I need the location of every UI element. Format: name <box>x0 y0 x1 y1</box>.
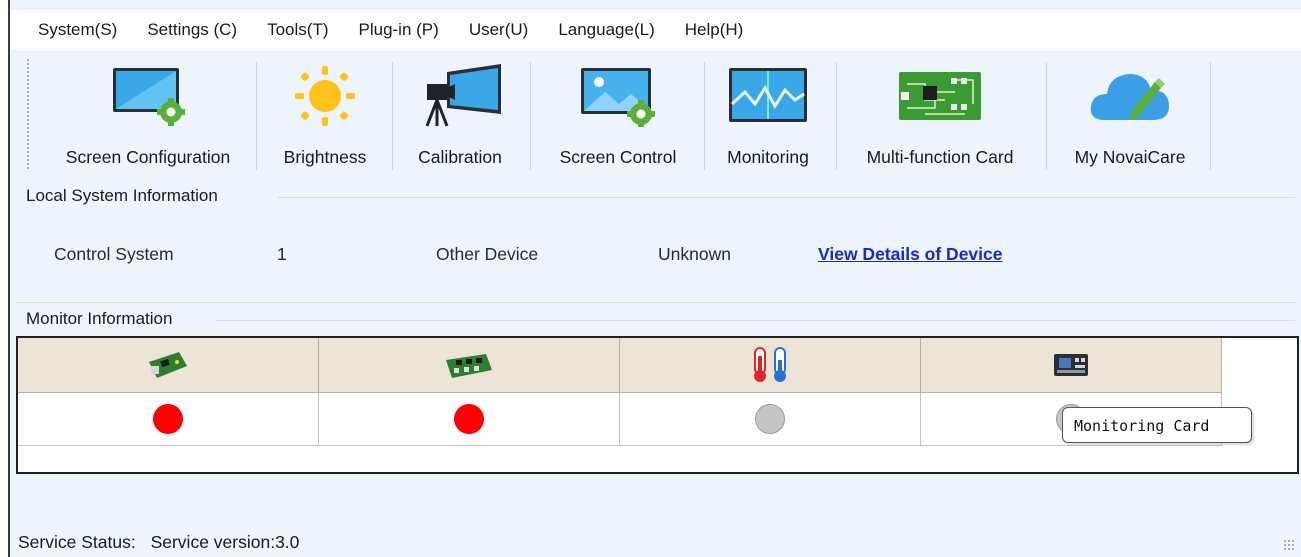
monitoring-icon <box>729 68 807 122</box>
receiving-card-status-dot <box>454 404 484 434</box>
toolbar-separator <box>1210 62 1211 170</box>
toolbar-separator <box>704 62 705 170</box>
toolbar-separator <box>836 62 837 170</box>
monitoring-card-icon <box>1054 354 1088 376</box>
calibration-button[interactable]: Calibration <box>396 52 524 180</box>
section-divider <box>16 302 1295 303</box>
screen-configuration-label: Screen Configuration <box>65 147 231 167</box>
menu-user[interactable]: User(U) <box>469 20 529 40</box>
brightness-button[interactable]: Brightness <box>262 52 388 180</box>
main-window: System(S) Settings (C) Tools(T) Plug-in … <box>0 0 1301 557</box>
status-cell <box>18 393 319 445</box>
toolbar-separator <box>530 62 531 170</box>
status-bar: Service Status: Service version:3.0 <box>18 532 299 553</box>
screen-control-icon <box>581 68 655 127</box>
screen-config-icon <box>113 68 185 126</box>
brightness-label: Brightness <box>283 147 367 167</box>
toolbar-separator <box>256 62 257 170</box>
status-cell <box>620 393 921 445</box>
toolbar-separator <box>392 62 393 170</box>
monitor-status-row <box>18 393 1222 446</box>
sending-card-column[interactable] <box>18 338 319 392</box>
service-status-label: Service Status: <box>18 532 136 552</box>
menu-language[interactable]: Language(L) <box>558 20 654 40</box>
resize-grip-icon[interactable] <box>1283 539 1295 551</box>
other-device-value: Unknown <box>658 244 731 264</box>
screen-control-label: Screen Control <box>559 147 677 167</box>
section-divider <box>216 320 1295 321</box>
thermometer-icon <box>754 347 786 382</box>
temperature-column[interactable] <box>620 338 921 392</box>
cloud-icon <box>1090 74 1169 120</box>
multi-function-card-label: Multi-function Card <box>866 147 1014 167</box>
monitor-table <box>16 336 1299 474</box>
toolbar: Screen Configuration Brightness Calibrat… <box>10 52 1301 180</box>
menu-help[interactable]: Help(H) <box>685 20 744 40</box>
monitoring-label: Monitoring <box>727 147 809 167</box>
my-novaicare-button[interactable]: My NovaiCare <box>1050 52 1210 180</box>
menu-plugin[interactable]: Plug-in (P) <box>359 20 439 40</box>
my-novaicare-label: My NovaiCare <box>1074 147 1186 167</box>
local-system-title: Local System Information <box>26 186 218 205</box>
sun-icon <box>295 66 355 126</box>
circuit-card-icon <box>899 72 981 120</box>
menu-bar: System(S) Settings (C) Tools(T) Plug-in … <box>10 10 1301 50</box>
camera-calibration-icon <box>425 64 501 127</box>
screen-control-button[interactable]: Screen Control <box>536 52 700 180</box>
menu-settings[interactable]: Settings (C) <box>147 20 237 40</box>
other-device-label: Other Device <box>436 244 539 264</box>
calibration-label: Calibration <box>418 147 502 167</box>
monitor-info-title: Monitor Information <box>26 309 173 328</box>
window-frame <box>0 0 10 557</box>
sending-card-status-dot <box>153 404 183 434</box>
screen-configuration-button[interactable]: Screen Configuration <box>32 52 264 180</box>
monitor-header-row <box>18 338 1222 393</box>
section-divider <box>278 197 1295 198</box>
receiving-card-icon <box>446 354 492 378</box>
toolbar-separator <box>1046 62 1047 170</box>
monitoring-card-column[interactable] <box>921 338 1222 392</box>
monitoring-button[interactable]: Monitoring <box>708 52 828 180</box>
control-system-value: 1 <box>277 244 287 264</box>
status-cell <box>319 393 620 445</box>
service-version: Service version:3.0 <box>150 532 300 552</box>
menu-tools[interactable]: Tools(T) <box>267 20 328 40</box>
menu-system[interactable]: System(S) <box>38 20 117 40</box>
sending-card-icon <box>149 352 187 378</box>
temperature-status-dot <box>755 404 785 434</box>
control-system-label: Control System <box>54 244 174 264</box>
receiving-card-column[interactable] <box>319 338 620 392</box>
multi-function-card-button[interactable]: Multi-function Card <box>840 52 1040 180</box>
monitoring-card-tooltip: Monitoring Card <box>1062 407 1252 443</box>
toolbar-grip[interactable] <box>26 58 30 170</box>
view-details-link[interactable]: View Details of Device <box>818 244 1003 265</box>
